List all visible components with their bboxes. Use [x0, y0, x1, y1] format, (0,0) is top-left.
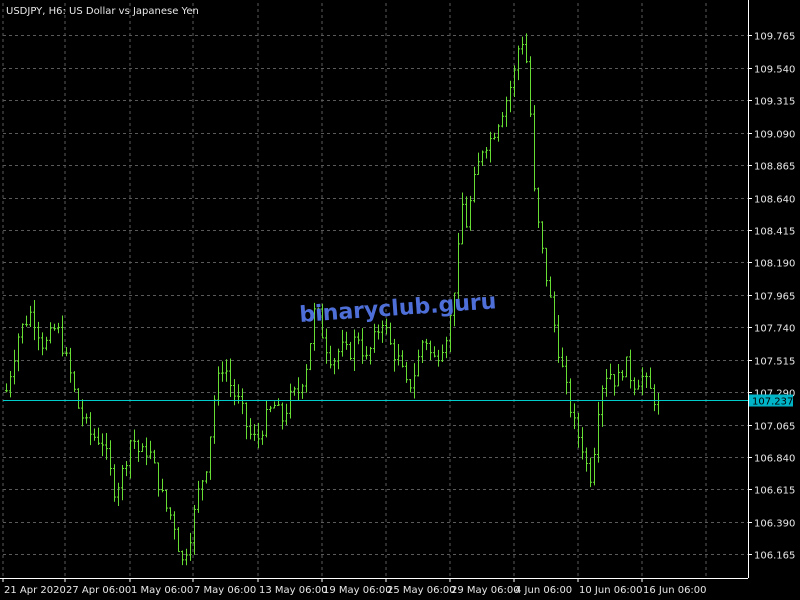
current-price-label: 107.237: [752, 397, 793, 408]
x-tick-label: 29 May 06:00: [451, 585, 520, 596]
y-tick-label: 109.765: [754, 32, 795, 43]
x-tick-label: 13 May 06:00: [259, 585, 328, 596]
y-tick-label: 109.315: [754, 97, 795, 108]
x-tick-label: 27 Apr 06:00: [66, 585, 131, 596]
y-tick-label: 107.965: [754, 292, 795, 303]
y-tick-label: 106.615: [754, 486, 795, 497]
x-tick-label: 25 May 06:00: [387, 585, 456, 596]
y-tick-label: 106.390: [754, 519, 795, 530]
y-tick-label: 106.165: [754, 551, 795, 562]
x-tick-label: 4 Jun 06:00: [515, 585, 572, 596]
y-tick-label: 108.865: [754, 162, 795, 173]
y-tick-label: 107.515: [754, 357, 795, 368]
price-chart: 21 Apr 2020 27 Apr 06:00 1 May 06:00 7 May …: [0, 0, 795, 596]
x-tick-label: 16 Jun 06:00: [643, 585, 707, 596]
y-tick-label: 108.190: [754, 259, 795, 270]
x-tick-label: 1 May 06:00: [131, 585, 193, 596]
x-tick-label: 21 Apr 2020: [4, 585, 66, 596]
x-tick-label: 10 Jun 06:00: [579, 585, 643, 596]
y-tick-label: 109.090: [754, 130, 795, 141]
y-tick-label: 107.740: [754, 324, 795, 335]
y-tick-label: 106.840: [754, 454, 795, 465]
x-tick-label: 7 May 06:00: [194, 585, 256, 596]
y-tick-label: 108.415: [754, 227, 795, 238]
chart-area: 21 Apr 2020 27 Apr 06:00 1 May 06:00 7 May …: [0, 0, 800, 600]
x-tick-label: 19 May 06:00: [323, 585, 392, 596]
y-tick-label: 108.640: [754, 195, 795, 206]
chart-title: USDJPY, H6: US Dollar vs Japanese Yen: [6, 6, 199, 17]
y-tick-label: 107.065: [754, 422, 795, 433]
y-tick-label: 109.540: [754, 65, 795, 76]
